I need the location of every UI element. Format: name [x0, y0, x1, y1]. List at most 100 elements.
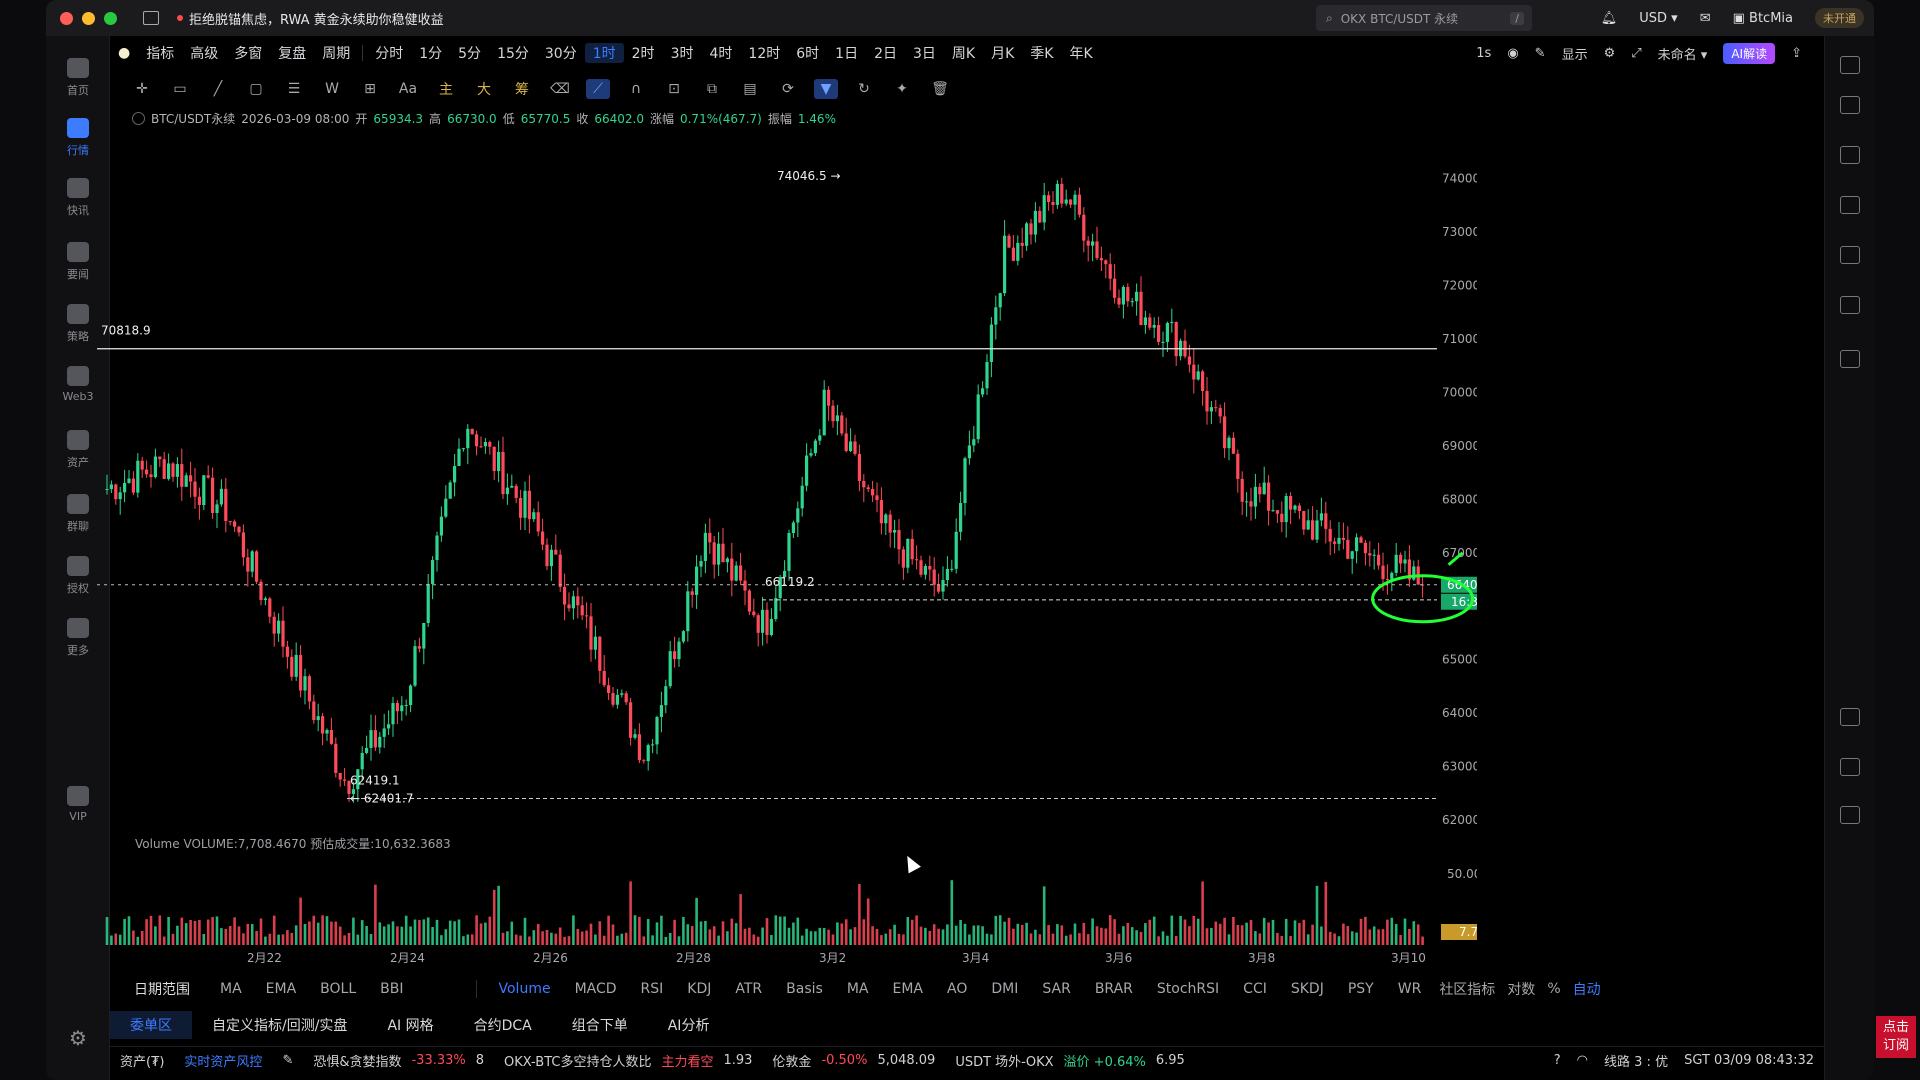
timeframe-13[interactable]: 3日 [905, 43, 944, 63]
sub-indicator-10[interactable]: SAR [1030, 981, 1082, 997]
copy-icon[interactable]: ⧉ [700, 79, 724, 99]
toolbar-btn-2[interactable]: 多窗 [226, 43, 270, 63]
crosshair-tool-icon[interactable]: ✛ [130, 79, 154, 99]
right-panel-9-icon[interactable] [1840, 806, 1860, 824]
sub-indicator-5[interactable]: Basis [774, 981, 835, 997]
edit-icon[interactable]: ✎ [272, 1053, 303, 1068]
assets-label[interactable]: 资产(₮) [110, 1051, 174, 1070]
help-icon[interactable]: ? [1554, 1053, 1561, 1068]
rectangle-tool-icon[interactable]: ▢ [244, 79, 268, 99]
maximize-window-button[interactable] [104, 11, 117, 25]
symbol-search-input[interactable]: ⌕ OKX BTC/USDT 永续 / [1316, 5, 1532, 31]
promo-marquee[interactable]: 拒绝脱锚焦虑，RWA 黄金永续助你稳健收益 [177, 9, 444, 28]
timeframe-15[interactable]: 月K [983, 43, 1022, 63]
main-indicator-1[interactable]: EMA [254, 981, 309, 997]
sub-indicator-4[interactable]: ATR [723, 981, 774, 997]
date-range-select[interactable]: 日期范围 [110, 979, 208, 999]
sub-indicator-8[interactable]: AO [935, 981, 979, 997]
display-button[interactable]: 显示 [1562, 44, 1588, 63]
close-window-button[interactable] [60, 11, 73, 25]
right-panel-5-icon[interactable] [1840, 296, 1860, 314]
filter-icon[interactable]: ▼ [814, 79, 838, 99]
timeframe-1[interactable]: 1分 [411, 43, 450, 63]
toolbar-btn-4[interactable]: 周期 [314, 43, 358, 63]
sub-indicator-0[interactable]: Volume [487, 981, 563, 997]
sub-indicator-9[interactable]: DMI [979, 981, 1030, 997]
refresh-icon[interactable]: ↻ [852, 79, 876, 99]
main-indicator-2[interactable]: BOLL [308, 981, 368, 997]
panel-tab-1[interactable]: 自定义指标/回测/实盘 [192, 1015, 367, 1035]
right-panel-4-icon[interactable] [1840, 246, 1860, 264]
ruler-tool-icon[interactable]: ▭ [168, 79, 192, 99]
layout-name-select[interactable]: 未命名 ▾ [1658, 44, 1708, 63]
timeframe-3[interactable]: 15分 [489, 43, 537, 63]
panel-tab-0[interactable]: 委单区 [110, 1011, 192, 1039]
user-menu[interactable]: ▣ BtcMia [1733, 11, 1793, 26]
panel-tab-3[interactable]: 合约DCA [454, 1015, 552, 1035]
sub-indicator-12[interactable]: StochRSI [1145, 981, 1231, 997]
timeframe-0[interactable]: 分时 [367, 43, 411, 63]
timeframe-5[interactable]: 1时 [584, 43, 624, 63]
new-window-icon[interactable] [143, 11, 159, 25]
right-panel-6-icon[interactable] [1840, 350, 1860, 368]
line-status[interactable]: 线路 3 : 优 [1604, 1051, 1668, 1070]
sub-indicator-13[interactable]: CCI [1231, 981, 1279, 997]
sub-indicator-6[interactable]: MA [835, 981, 881, 997]
subscribe-badge[interactable]: 点击 订阅 [1876, 1016, 1916, 1058]
indicator-option-2[interactable]: % [1541, 981, 1566, 997]
timeframe-2[interactable]: 5分 [450, 43, 489, 63]
indicator-option-3[interactable]: 自动 [1567, 979, 1607, 999]
template-icon[interactable]: ▤ [738, 79, 762, 99]
panel-tab-5[interactable]: AI分析 [648, 1015, 730, 1035]
panel-tab-2[interactable]: AI 网格 [367, 1015, 453, 1035]
timeframe-16[interactable]: 季K [1022, 43, 1061, 63]
timeframe-12[interactable]: 2日 [866, 43, 905, 63]
main-indicator-3[interactable]: BBI [368, 981, 415, 997]
timeframe-14[interactable]: 周K [944, 43, 983, 63]
indicator-option-1[interactable]: 对数 [1501, 979, 1541, 999]
timeframe-4[interactable]: 30分 [537, 43, 585, 63]
trend-tool-icon[interactable]: ⟋ [586, 79, 610, 99]
gear-icon[interactable]: ⚙ [46, 1026, 110, 1050]
minimize-window-button[interactable] [82, 11, 95, 25]
measure-tool-icon[interactable]: ⊞ [358, 79, 382, 99]
timeframe-9[interactable]: 12时 [740, 43, 788, 63]
currency-select[interactable]: USD ▾ [1639, 11, 1677, 26]
panel-tab-4[interactable]: 组合下单 [552, 1015, 648, 1035]
new-tool-icon[interactable]: ✦ [890, 79, 914, 99]
timeframe-10[interactable]: 6时 [788, 43, 827, 63]
magnet-icon[interactable]: ∩ [624, 79, 648, 99]
timeframe-17[interactable]: 年K [1061, 43, 1100, 63]
big-order-tool[interactable]: 大 [472, 79, 496, 99]
timeframe-6[interactable]: 2时 [624, 43, 663, 63]
sync-icon[interactable]: ⟳ [776, 79, 800, 99]
chip-tool[interactable]: 筹 [510, 79, 534, 99]
camera-icon[interactable]: ◉ [1507, 46, 1518, 61]
settings-icon[interactable]: ⚙ [1604, 46, 1616, 61]
ai-interpret-button[interactable]: AI解读 [1723, 42, 1776, 64]
sub-indicator-15[interactable]: PSY [1336, 981, 1386, 997]
sub-indicator-14[interactable]: SKDJ [1279, 981, 1336, 997]
toolbar-btn-1[interactable]: 高级 [182, 43, 226, 63]
main-force-tool[interactable]: 主 [434, 79, 458, 99]
chart-area[interactable]: 74000.0 73000.0 72000.0 71000.0 70000.0 69000… [97, 120, 1712, 976]
interval-label[interactable]: 1s [1476, 46, 1491, 61]
right-panel-7-icon[interactable] [1840, 708, 1860, 726]
theme-toggle-icon[interactable]: ● [110, 45, 138, 61]
indicator-option-0[interactable]: 社区指标 [1433, 979, 1501, 999]
toolbar-btn-0[interactable]: 指标 [138, 43, 182, 63]
bell-icon[interactable]: 🔔︎ [1601, 11, 1618, 26]
parallel-lines-icon[interactable]: ☰ [282, 79, 306, 99]
pen-icon[interactable]: ✎ [1535, 46, 1546, 61]
eraser-icon[interactable]: ⌫ [548, 79, 572, 99]
lock-icon[interactable]: ⊡ [662, 79, 686, 99]
risk-control-link[interactable]: 实时资产风控 [174, 1051, 272, 1070]
sub-indicator-11[interactable]: BRAR [1083, 981, 1145, 997]
share-icon[interactable]: ⇪ [1791, 46, 1802, 61]
sub-indicator-16[interactable]: WR [1386, 981, 1434, 997]
pattern-tool-icon[interactable]: W [320, 79, 344, 99]
fullscreen-icon[interactable]: ⤢ [1631, 46, 1641, 61]
right-panel-8-icon[interactable] [1840, 758, 1860, 776]
right-panel-1-icon[interactable] [1840, 96, 1860, 114]
timeframe-7[interactable]: 3时 [663, 43, 702, 63]
